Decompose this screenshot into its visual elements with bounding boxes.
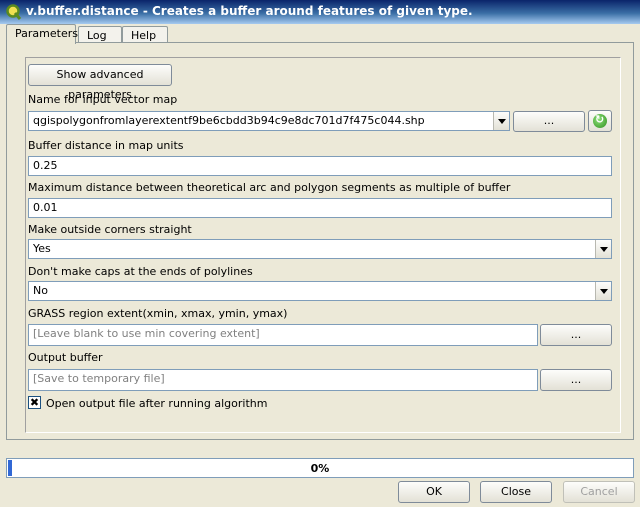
input-label: Name for input vector map: [28, 93, 178, 106]
input-vector-select[interactable]: qgispolygonfromlayerextentf9be6cbdd3b94c…: [28, 111, 510, 131]
caps-label: Don't make caps at the ends of polylines: [28, 265, 253, 278]
output-input[interactable]: [Save to temporary file]: [28, 369, 538, 391]
chevron-down-icon[interactable]: [595, 240, 611, 258]
input-vector-value: qgispolygonfromlayerextentf9be6cbdd3b94c…: [33, 114, 425, 127]
region-browse-button[interactable]: ...: [540, 324, 612, 346]
chevron-down-icon[interactable]: [493, 112, 509, 130]
caps-select[interactable]: No: [28, 281, 612, 301]
open-output-checkbox[interactable]: ✖: [28, 396, 41, 409]
region-input[interactable]: [Leave blank to use min covering extent]: [28, 324, 538, 346]
window-title: v.buffer.distance - Creates a buffer aro…: [26, 4, 473, 18]
tolerance-label: Maximum distance between theoretical arc…: [28, 181, 511, 194]
refresh-layers-button[interactable]: [588, 110, 612, 132]
caps-value: No: [33, 284, 48, 297]
chevron-down-icon[interactable]: [595, 282, 611, 300]
corners-value: Yes: [33, 242, 51, 255]
region-label: GRASS region extent(xmin, xmax, ymin, ym…: [28, 307, 288, 320]
tab-parameters[interactable]: Parameters: [6, 24, 78, 44]
corners-label: Make outside corners straight: [28, 223, 192, 236]
output-browse-button[interactable]: ...: [540, 369, 612, 391]
open-output-label: Open output file after running algorithm: [46, 397, 268, 410]
distance-input[interactable]: 0.25: [28, 156, 612, 176]
ok-button[interactable]: OK: [398, 481, 470, 503]
title-bar: v.buffer.distance - Creates a buffer aro…: [0, 0, 640, 24]
qgis-icon: [6, 4, 22, 20]
distance-label: Buffer distance in map units: [28, 139, 184, 152]
input-browse-button[interactable]: ...: [513, 111, 585, 132]
progress-text: 0%: [310, 462, 330, 475]
show-advanced-button[interactable]: Show advanced parameters: [28, 64, 172, 101]
cancel-button[interactable]: Cancel: [563, 481, 635, 503]
output-label: Output buffer: [28, 351, 103, 364]
progress-bar: 0%: [6, 458, 634, 478]
refresh-icon: [593, 113, 607, 128]
tolerance-input[interactable]: 0.01: [28, 198, 612, 218]
close-button[interactable]: Close: [480, 481, 552, 503]
corners-select[interactable]: Yes: [28, 239, 612, 259]
